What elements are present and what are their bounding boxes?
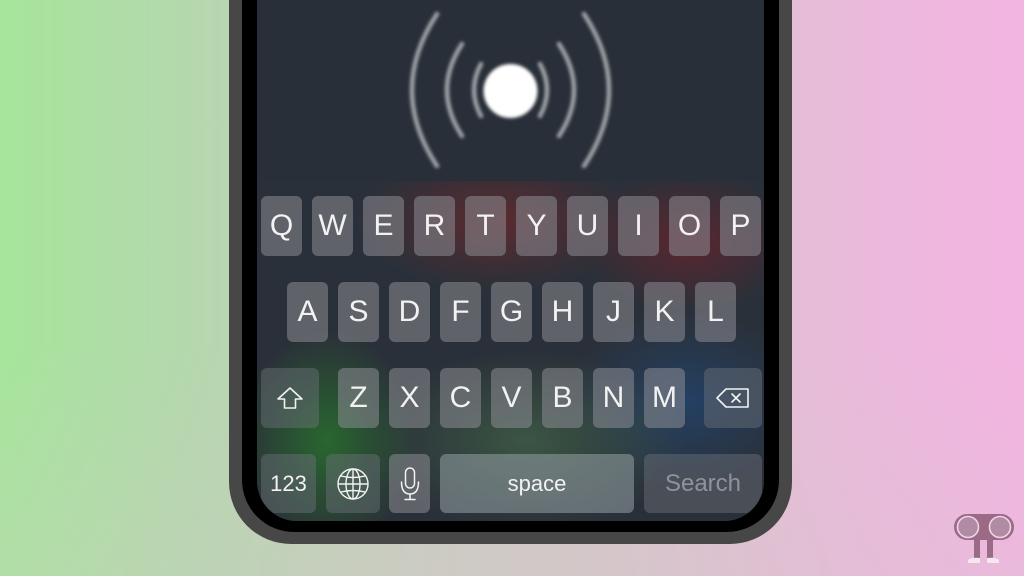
key-t[interactable]: T (465, 196, 506, 256)
key-z[interactable]: Z (338, 368, 379, 428)
key-w[interactable]: W (312, 196, 353, 256)
space-bar[interactable]: space (440, 454, 634, 513)
globe-icon (337, 467, 369, 500)
key-a[interactable]: A (287, 282, 328, 342)
delete-button[interactable] (704, 368, 762, 428)
microphone-icon (400, 466, 419, 500)
numbers-button[interactable]: 123 (261, 454, 316, 513)
key-b[interactable]: B (542, 368, 583, 428)
delete-icon (716, 388, 749, 408)
globe-button[interactable] (326, 454, 380, 513)
siri-listening-icon (409, 11, 612, 169)
key-j[interactable]: J (593, 282, 634, 342)
robot-eyes-logo-icon (954, 514, 1014, 563)
key-f[interactable]: F (440, 282, 481, 342)
key-x[interactable]: X (389, 368, 430, 428)
key-l[interactable]: L (695, 282, 736, 342)
phone-screen: Q W E R T Y U I O P A S D F G H J K L Z … (257, 0, 764, 521)
key-q[interactable]: Q (261, 196, 302, 256)
key-h[interactable]: H (542, 282, 583, 342)
key-u[interactable]: U (567, 196, 608, 256)
search-button[interactable]: Search (644, 454, 762, 513)
key-p[interactable]: P (720, 196, 761, 256)
microphone-button[interactable] (389, 454, 430, 513)
key-e[interactable]: E (363, 196, 404, 256)
key-k[interactable]: K (644, 282, 685, 342)
keyboard: Q W E R T Y U I O P A S D F G H J K L Z … (257, 181, 764, 521)
shift-button[interactable] (261, 368, 319, 428)
key-o[interactable]: O (669, 196, 710, 256)
key-m[interactable]: M (644, 368, 685, 428)
key-i[interactable]: I (618, 196, 659, 256)
key-c[interactable]: C (440, 368, 481, 428)
key-v[interactable]: V (491, 368, 532, 428)
key-r[interactable]: R (414, 196, 455, 256)
key-g[interactable]: G (491, 282, 532, 342)
key-y[interactable]: Y (516, 196, 557, 256)
key-d[interactable]: D (389, 282, 430, 342)
shift-icon (277, 387, 303, 409)
key-s[interactable]: S (338, 282, 379, 342)
key-n[interactable]: N (593, 368, 634, 428)
